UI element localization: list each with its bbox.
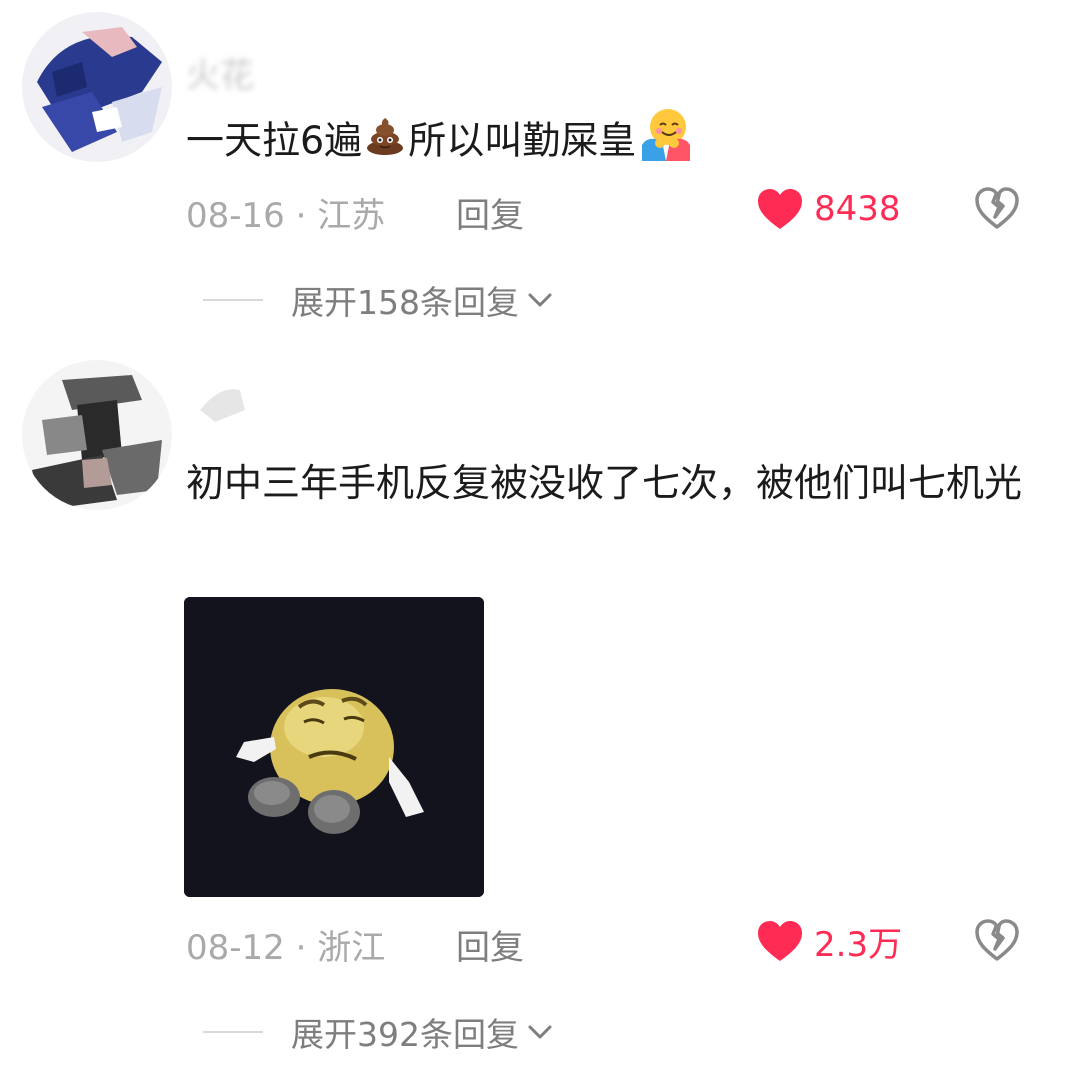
avatar-image bbox=[22, 12, 172, 162]
expand-replies-button[interactable]: 展开392条回复 bbox=[203, 1008, 553, 1056]
comment-item: 初中三年手机反复被没收了七次，被他们叫七机光 08-12 · 浙江 回复 2.3… bbox=[0, 340, 1080, 1083]
expand-replies-label: 展开158条回复 bbox=[291, 283, 519, 322]
comment-text: 初中三年手机反复被没收了七次，被他们叫七机光 bbox=[186, 461, 1023, 505]
chevron-down-icon bbox=[528, 1025, 552, 1039]
like-count: 8438 bbox=[814, 189, 901, 229]
hugging-face-emoji-icon bbox=[638, 105, 694, 181]
meta-separator: · bbox=[284, 928, 318, 968]
like-button[interactable]: 8438 bbox=[756, 186, 901, 232]
reply-button[interactable]: 回复 bbox=[456, 188, 524, 237]
heart-icon bbox=[758, 189, 802, 229]
avatar[interactable] bbox=[22, 360, 172, 510]
username-blur-mark bbox=[200, 389, 245, 422]
broken-heart-icon bbox=[975, 919, 1019, 961]
expand-divider bbox=[203, 299, 263, 301]
dislike-button[interactable] bbox=[974, 186, 1020, 234]
meta-separator: · bbox=[284, 196, 318, 236]
comment-location: 江苏 bbox=[317, 196, 386, 236]
comment-text-part: 所以叫勤屎皇 bbox=[408, 118, 637, 163]
expand-replies-button[interactable]: 展开158条回复 bbox=[203, 276, 553, 324]
expand-divider bbox=[203, 1031, 263, 1033]
comment-meta: 08-12 · 浙江 bbox=[186, 920, 385, 969]
comment-text: 一天拉6遍 所以叫勤屎皇 bbox=[186, 105, 1046, 181]
dislike-button[interactable] bbox=[974, 918, 1020, 966]
poo-emoji-icon bbox=[364, 110, 406, 176]
sticker-image[interactable] bbox=[184, 597, 484, 897]
comment-date: 08-12 bbox=[186, 928, 285, 968]
like-count: 2.3万 bbox=[814, 924, 903, 965]
comment-meta: 08-16 · 江苏 bbox=[186, 188, 385, 237]
username[interactable]: 火花 bbox=[186, 48, 254, 97]
like-button[interactable]: 2.3万 bbox=[756, 918, 903, 965]
comment-location: 浙江 bbox=[317, 928, 386, 968]
avatar[interactable] bbox=[22, 12, 172, 162]
lying-emoji-sticker-icon bbox=[184, 597, 484, 897]
comment-item: 火花 一天拉6遍 所以叫勤屎皇 08-16 · 江苏 回复 8438 展开158条… bbox=[0, 0, 1080, 340]
comment-text-part: 一天拉6遍 bbox=[186, 118, 363, 163]
avatar-image bbox=[22, 360, 172, 510]
heart-icon bbox=[758, 921, 802, 961]
broken-heart-icon bbox=[975, 187, 1019, 229]
chevron-down-icon bbox=[528, 293, 552, 307]
comment-date: 08-16 bbox=[186, 196, 285, 236]
expand-replies-label: 展开392条回复 bbox=[291, 1015, 519, 1054]
reply-button[interactable]: 回复 bbox=[456, 920, 524, 969]
